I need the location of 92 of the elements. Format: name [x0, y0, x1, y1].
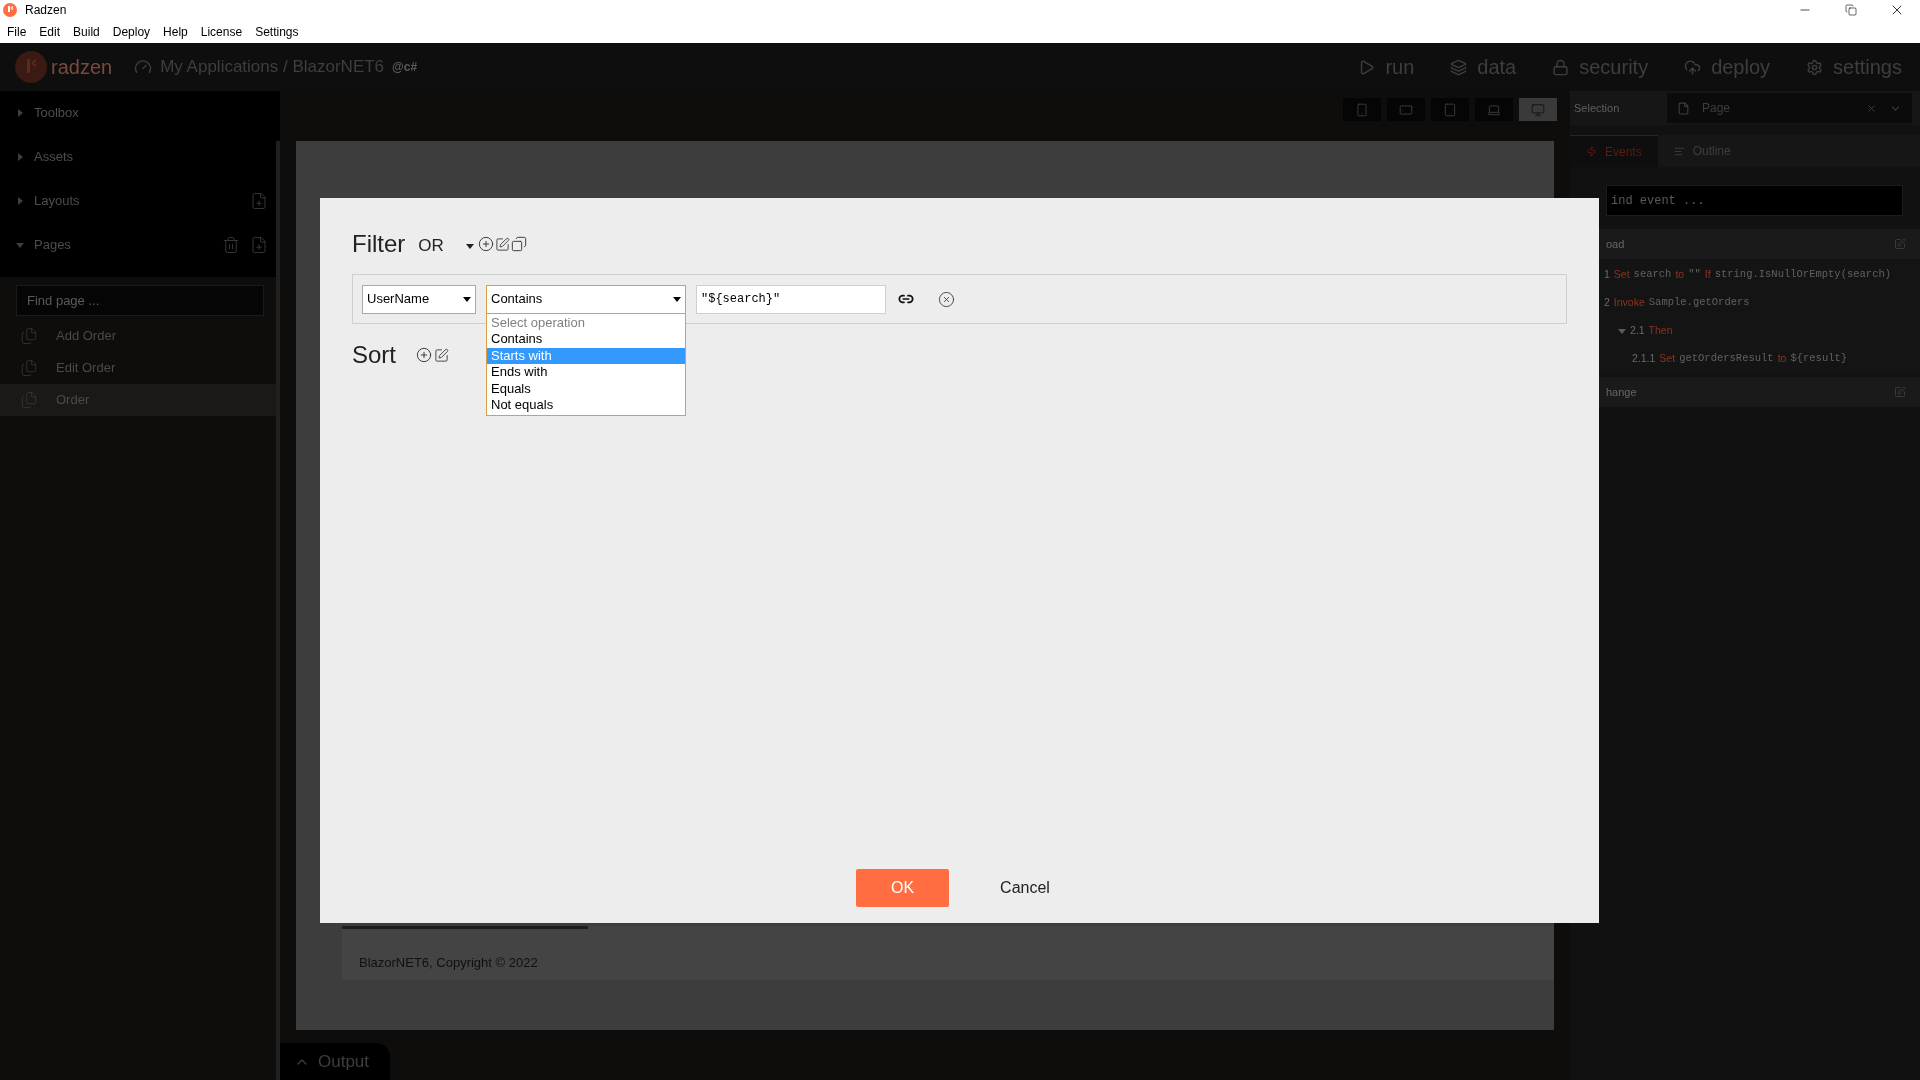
action-keyword: Invoke [1613, 295, 1645, 311]
action-code: getOrdersResult [1679, 351, 1774, 367]
language-label: @c# [392, 59, 418, 76]
sidebar-section[interactable]: Toolbox [0, 91, 280, 135]
action-keyword: to [1777, 351, 1787, 367]
dialog-heading: Filter [352, 229, 406, 259]
action-keyword: Then [1648, 323, 1673, 339]
action-code: Sample.getOrders [1648, 295, 1750, 311]
operation-select[interactable]: Contains [486, 284, 686, 314]
laptop-icon [1487, 102, 1501, 117]
dropdown-option[interactable]: Ends with [487, 364, 685, 381]
settings-icon [1806, 58, 1824, 76]
add-file-icon[interactable] [250, 236, 268, 254]
menu-item[interactable]: Edit [39, 22, 61, 41]
clear-icon[interactable] [1866, 102, 1877, 114]
action-code: search [1633, 267, 1672, 283]
play-icon [1358, 58, 1376, 76]
device-button[interactable] [1431, 98, 1469, 121]
device-button[interactable] [1343, 98, 1381, 121]
cancel-button[interactable]: Cancel [983, 869, 1067, 907]
dialog-heading: Sort [352, 340, 396, 370]
action-code: string.IsNullOrEmpty(search) [1714, 267, 1892, 283]
dashboard-icon [134, 58, 153, 76]
output-tab[interactable]: Output [280, 1043, 390, 1080]
phone-landscape-icon [1399, 102, 1413, 117]
sidebar-section[interactable]: Assets [0, 135, 280, 179]
layers-icon [1450, 58, 1468, 76]
page-icon [20, 391, 38, 409]
action-keyword: Set [1613, 267, 1630, 283]
caret-icon [465, 241, 474, 250]
dropdown-option[interactable]: Equals [487, 380, 685, 397]
add-file-icon[interactable] [250, 192, 268, 210]
dropdown-option[interactable]: Starts with [487, 347, 685, 364]
action-number: 1 [1604, 267, 1610, 283]
menu-item[interactable]: Deploy [112, 22, 151, 41]
selection-label: Selection [1574, 100, 1621, 116]
brand-name: radzen [51, 55, 113, 80]
action-number: 2.1 [1630, 323, 1645, 339]
caret-icon [16, 153, 24, 161]
caret-icon [16, 197, 24, 205]
edit-icon[interactable] [434, 347, 449, 363]
device-button[interactable] [1387, 98, 1425, 121]
logic-select[interactable]: OR [418, 232, 444, 259]
find-event-field[interactable]: ind event ... [1606, 185, 1903, 216]
action-code: "" [1688, 267, 1701, 283]
brand-logo-icon [15, 51, 47, 83]
device-button[interactable] [1475, 98, 1513, 121]
field-select[interactable]: UserName [362, 284, 476, 314]
find-page-field[interactable]: Find page ... [16, 285, 264, 316]
dropdown-option[interactable]: Contains [487, 331, 685, 348]
menu-item[interactable]: File [7, 22, 27, 41]
cloud-upload-icon [1684, 58, 1702, 76]
sidebar-section[interactable]: Pages [0, 223, 280, 267]
menu-item[interactable]: Build [73, 22, 100, 41]
action-code: ${result} [1790, 351, 1848, 367]
caret-icon [16, 109, 24, 117]
dropdown-option[interactable]: Not equals [487, 397, 685, 414]
delete-icon[interactable] [222, 236, 240, 254]
menu-item[interactable]: Settings [255, 22, 299, 41]
edit-icon[interactable] [494, 236, 510, 252]
page-icon [20, 359, 38, 377]
caret-icon [673, 295, 681, 303]
app-logo-icon [3, 3, 17, 17]
page-item[interactable]: Add Order [0, 320, 280, 352]
add-icon[interactable] [416, 347, 432, 363]
remove-icon[interactable] [938, 290, 955, 308]
action-number: 2 [1604, 295, 1610, 311]
page-icon [20, 327, 38, 345]
phone-icon [1355, 102, 1369, 117]
menu-item[interactable]: Help [163, 22, 188, 41]
action-number: 2.1.1 [1632, 351, 1656, 367]
outline-icon [1673, 145, 1685, 157]
window-title: Radzen [25, 2, 67, 19]
action-keyword: Set [1659, 351, 1676, 367]
device-button[interactable] [1519, 98, 1557, 121]
caret-icon [16, 241, 24, 249]
tablet-icon [1443, 102, 1457, 117]
page-item[interactable]: Edit Order [0, 352, 280, 384]
action-keyword: If [1704, 267, 1711, 283]
caret-icon[interactable] [1618, 327, 1626, 335]
add-icon[interactable] [477, 236, 494, 252]
page-icon [1677, 101, 1690, 115]
value-field[interactable]: "${search}" [696, 284, 886, 314]
menu-item[interactable]: License [200, 22, 243, 41]
sidebar-section[interactable]: Layouts [0, 179, 280, 223]
monitor-icon [1531, 102, 1545, 117]
copy-icon[interactable] [510, 236, 527, 252]
caret-icon [463, 295, 471, 303]
restore-icon [1845, 4, 1857, 16]
action-keyword: to [1675, 267, 1685, 283]
lock-icon [1552, 58, 1570, 76]
ok-button[interactable]: OK [856, 869, 949, 907]
